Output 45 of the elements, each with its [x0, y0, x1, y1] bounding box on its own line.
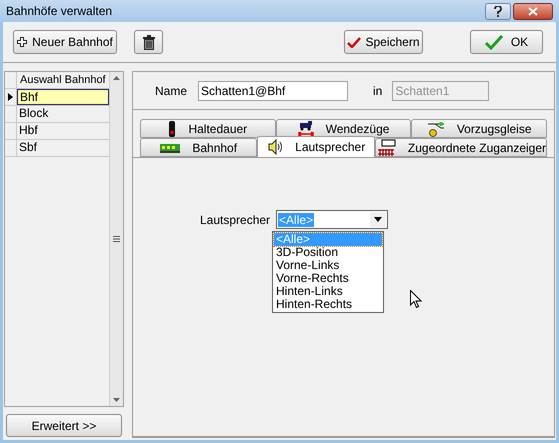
close-icon — [528, 6, 538, 16]
station-icon — [160, 142, 180, 152]
row-pointer-icon — [8, 93, 13, 101]
tab[interactable]: Haltedauer — [140, 119, 276, 138]
tab[interactable]: Zugeordnete Zuganzeiger — [374, 138, 547, 157]
column-header: Auswahl Bahnhof — [19, 73, 107, 88]
scroll-grip-icon[interactable] — [112, 236, 120, 242]
speaker-label: Lautsprecher — [200, 212, 270, 228]
checkmark-icon — [484, 34, 503, 50]
extended-button[interactable]: Erweitert >> — [6, 414, 122, 437]
in-label: in — [373, 82, 382, 100]
station-row[interactable]: Hbf — [17, 123, 109, 139]
name-field[interactable]: Schatten1@Bhf — [198, 80, 348, 100]
tab[interactable]: Wendezüge — [276, 119, 412, 138]
dropdown-option[interactable]: Vorne-Rechts — [274, 272, 382, 285]
scroll-down-icon[interactable] — [112, 398, 120, 402]
dropdown-option[interactable]: Vorne-Links — [274, 259, 382, 272]
close-button[interactable] — [513, 2, 553, 20]
speaker-icon — [267, 139, 284, 155]
new-station-button[interactable]: Neuer Bahnhof — [13, 30, 117, 54]
trash-icon — [142, 34, 154, 50]
scroll-up-icon[interactable] — [112, 76, 120, 80]
delete-button[interactable] — [134, 30, 163, 54]
dropdown-option[interactable]: Hinten-Links — [274, 285, 382, 298]
station-row[interactable]: Bhf — [17, 89, 109, 105]
mouse-cursor-icon — [410, 290, 422, 309]
save-button[interactable]: Speichern — [344, 30, 423, 54]
window-title: Bahnhöfe verwalten — [6, 3, 114, 20]
station-row[interactable]: Sbf — [17, 140, 109, 156]
train-icon — [298, 120, 314, 136]
signal-icon — [168, 120, 176, 136]
ok-button[interactable]: OK — [470, 30, 543, 54]
scrollbar[interactable] — [108, 72, 123, 406]
plus-icon — [17, 37, 28, 47]
tab[interactable]: Bahnhof — [140, 138, 258, 157]
dropdown-option[interactable]: 3D-Position — [274, 246, 382, 259]
tab[interactable]: Vorzugsgleise — [411, 119, 548, 138]
station-row[interactable]: Block — [17, 106, 109, 122]
name-label: Name — [155, 82, 188, 100]
dropdown-option[interactable]: Hinten-Rechts — [274, 298, 382, 311]
combo-value: <Alle> — [278, 212, 314, 226]
help-button[interactable] — [485, 2, 511, 20]
tab[interactable]: Lautsprecher — [257, 136, 375, 157]
checkmark-icon — [347, 36, 362, 48]
question-mark-icon — [494, 6, 502, 16]
